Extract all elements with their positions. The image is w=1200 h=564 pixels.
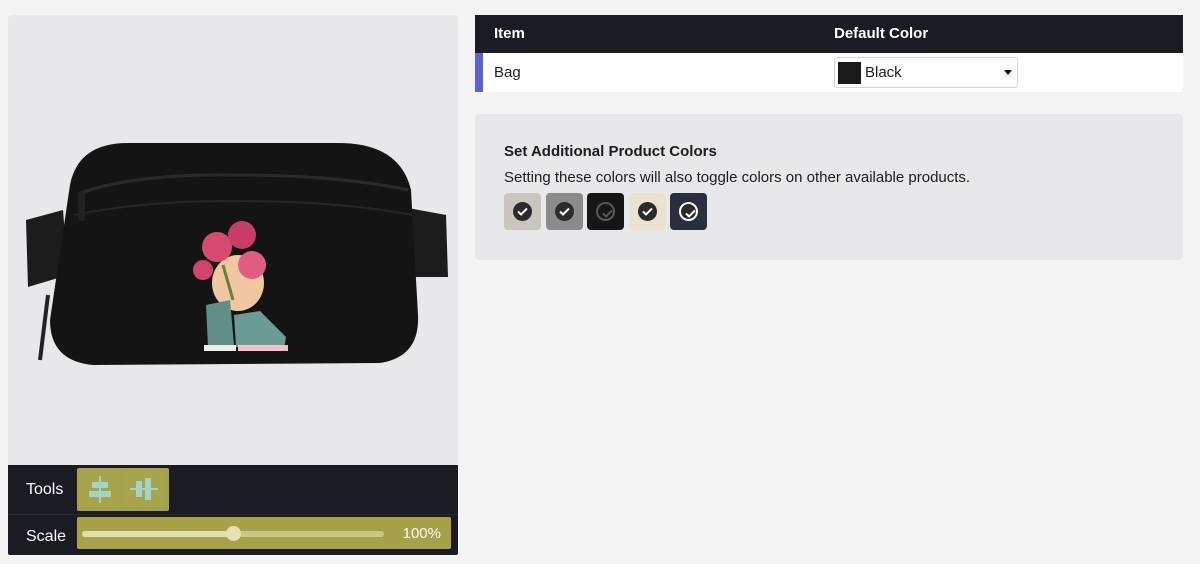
align-vertical-center-icon — [130, 478, 158, 500]
scale-value: 100% — [402, 525, 441, 542]
check-circle-icon — [596, 202, 615, 221]
align-horizontal-center-icon — [89, 476, 111, 503]
table-header: Item Default Color — [475, 15, 1183, 53]
color-swatch[interactable] — [504, 193, 541, 230]
tools-label: Tools — [26, 481, 64, 498]
scale-slider-thumb[interactable] — [226, 526, 241, 541]
color-swatch[interactable] — [670, 193, 707, 230]
scale-slider-fill — [82, 531, 233, 537]
scale-control: 100% — [77, 517, 451, 549]
color-swatch[interactable] — [545, 193, 583, 230]
color-swatch[interactable] — [628, 193, 666, 230]
check-circle-icon — [679, 202, 698, 221]
tool-group — [77, 468, 169, 511]
product-canvas — [8, 15, 458, 465]
scale-label: Scale — [26, 528, 67, 545]
card-title: Set Additional Product Colors — [504, 143, 717, 160]
chevron-down-icon — [1004, 70, 1012, 75]
align-horizontal-center-button[interactable] — [80, 471, 120, 508]
product-preview-panel: Tools Scale 100% — [8, 15, 458, 555]
check-circle-icon — [554, 202, 574, 221]
default-color-value: Black — [865, 64, 902, 81]
table-row[interactable]: Bag Black — [475, 53, 1183, 92]
card-description: Setting these colors will also toggle co… — [504, 169, 971, 186]
bag-image — [26, 143, 448, 365]
header-item: Item — [494, 25, 525, 42]
tools-row: Tools — [8, 465, 458, 515]
item-name: Bag — [494, 64, 521, 81]
default-color-swatch — [838, 62, 861, 84]
default-color-select[interactable]: Black — [834, 57, 1018, 88]
scale-slider[interactable] — [82, 526, 384, 541]
product-color-table: Item Default Color Bag Black — [475, 15, 1183, 92]
tools-bar: Tools Scale 100% — [8, 465, 458, 555]
check-circle-icon — [637, 202, 657, 221]
additional-colors-card: Set Additional Product Colors Setting th… — [475, 114, 1183, 260]
check-circle-icon — [513, 202, 532, 221]
color-swatch[interactable] — [587, 193, 624, 230]
scale-row: Scale 100% — [8, 516, 458, 555]
align-vertical-center-button[interactable] — [124, 471, 164, 508]
header-default-color: Default Color — [834, 25, 929, 42]
